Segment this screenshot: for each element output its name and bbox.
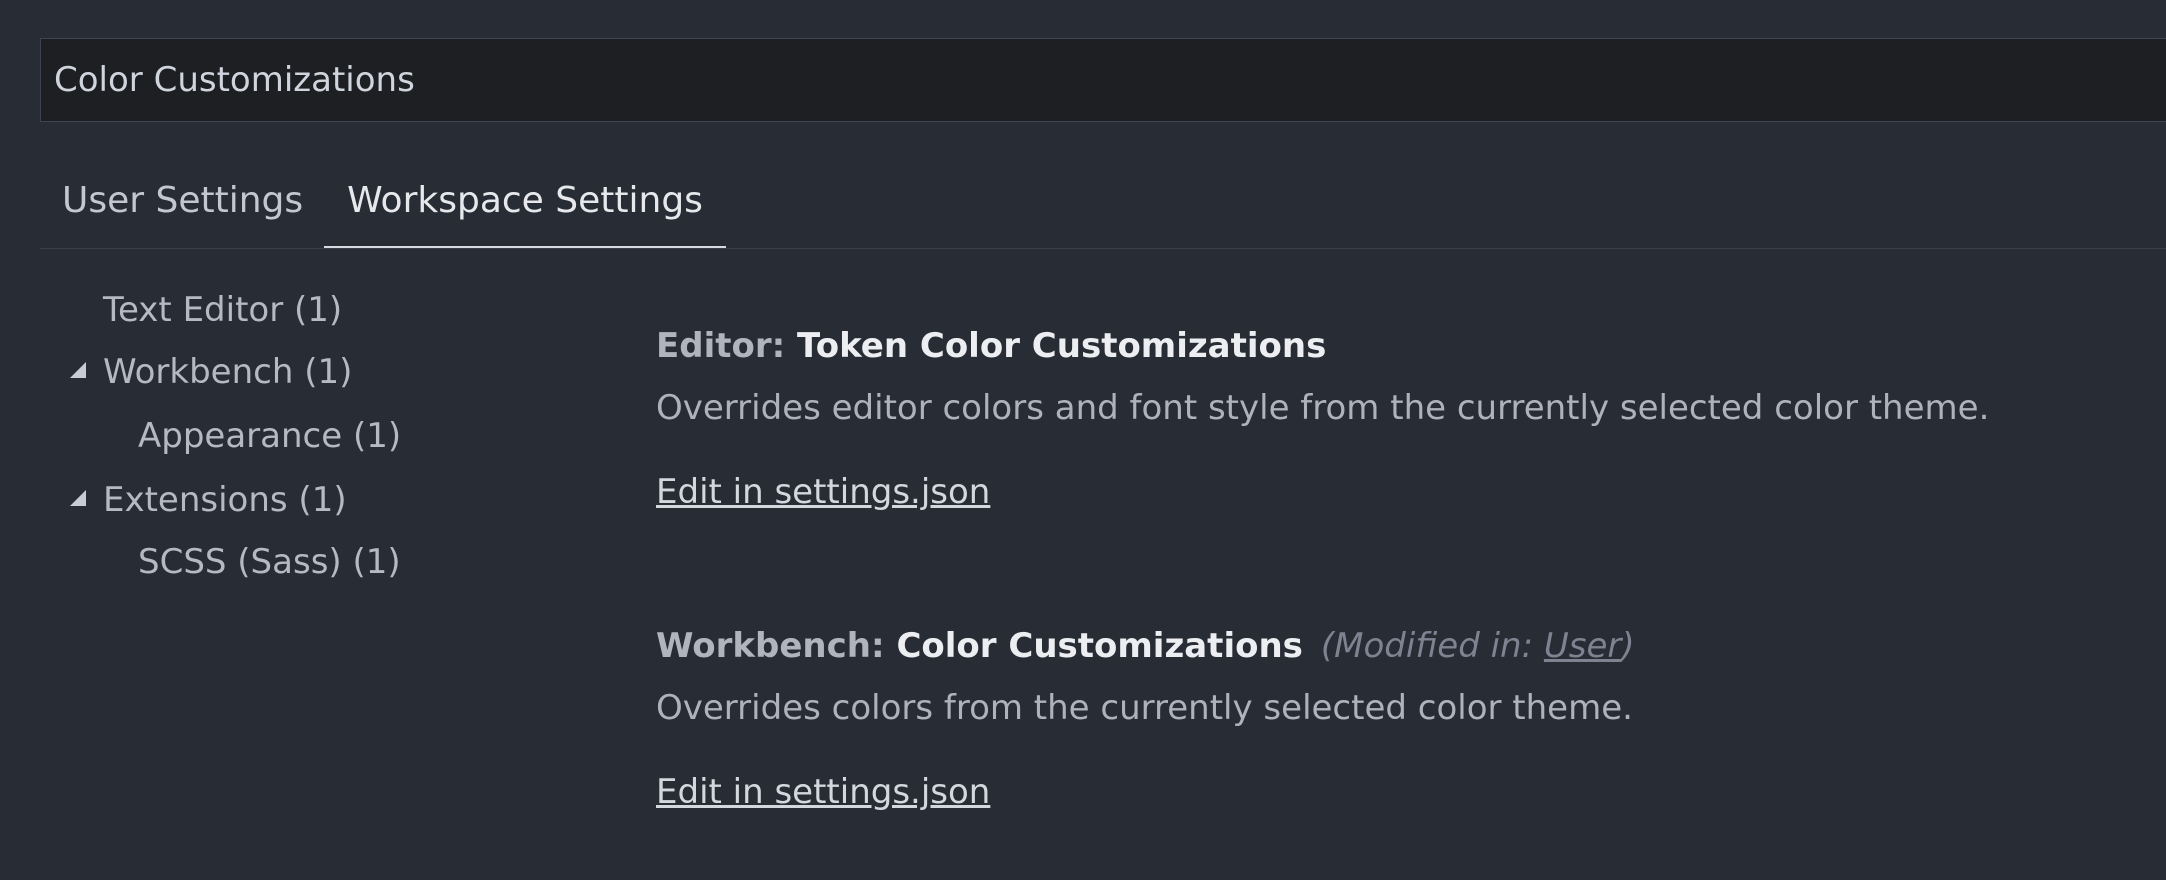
tree-item-extensions[interactable]: Extensions (1) — [70, 480, 347, 520]
modified-suffix: ) — [1621, 626, 1635, 666]
tree-item-appearance[interactable]: Appearance (1) — [138, 416, 401, 456]
modified-indicator: (Modified in: User) — [1321, 626, 1635, 666]
tree-item-label: Workbench (1) — [103, 352, 353, 392]
tree-item-label: SCSS (Sass) (1) — [138, 542, 401, 582]
setting-title: Workbench: Color Customizations (Modified… — [656, 626, 1635, 666]
tree-item-scss[interactable]: SCSS (Sass) (1) — [138, 542, 401, 582]
tree-item-label: Text Editor (1) — [103, 290, 343, 330]
setting-category: Workbench: — [656, 626, 897, 666]
setting-name: Token Color Customizations — [797, 326, 1327, 366]
setting-color-customizations: Workbench: Color Customizations (Modified… — [656, 626, 1635, 812]
tree-item-label: Appearance (1) — [138, 416, 402, 456]
tab-user-settings[interactable]: User Settings — [62, 160, 303, 248]
edit-in-settings-json-link[interactable]: Edit in settings.json — [656, 472, 990, 512]
tree-item-text-editor[interactable]: Text Editor (1) — [103, 290, 342, 330]
settings-editor: User Settings Workspace Settings Text Ed… — [0, 0, 2166, 880]
tree-item-label: Extensions (1) — [103, 480, 347, 520]
edit-in-settings-json-link[interactable]: Edit in settings.json — [656, 772, 990, 812]
setting-category: Editor: — [656, 326, 798, 366]
tab-workspace-settings[interactable]: Workspace Settings — [324, 160, 726, 248]
settings-tabs: User Settings Workspace Settings — [40, 160, 2166, 249]
setting-token-color-customizations: Editor: Token Color Customizations Overr… — [656, 326, 1989, 512]
modified-prefix: (Modified in: — [1320, 626, 1544, 666]
setting-title: Editor: Token Color Customizations — [656, 326, 1989, 366]
triangle-expanded-icon[interactable] — [70, 362, 86, 378]
setting-name: Color Customizations — [896, 626, 1303, 666]
tree-item-workbench[interactable]: Workbench (1) — [70, 352, 353, 392]
search-box[interactable] — [40, 38, 2166, 122]
setting-description: Overrides editor colors and font style f… — [656, 388, 1990, 428]
triangle-expanded-icon[interactable] — [70, 490, 86, 506]
search-input[interactable] — [54, 60, 2166, 100]
setting-description: Overrides colors from the currently sele… — [656, 688, 1633, 728]
modified-in-user-link[interactable]: User — [1544, 626, 1622, 666]
